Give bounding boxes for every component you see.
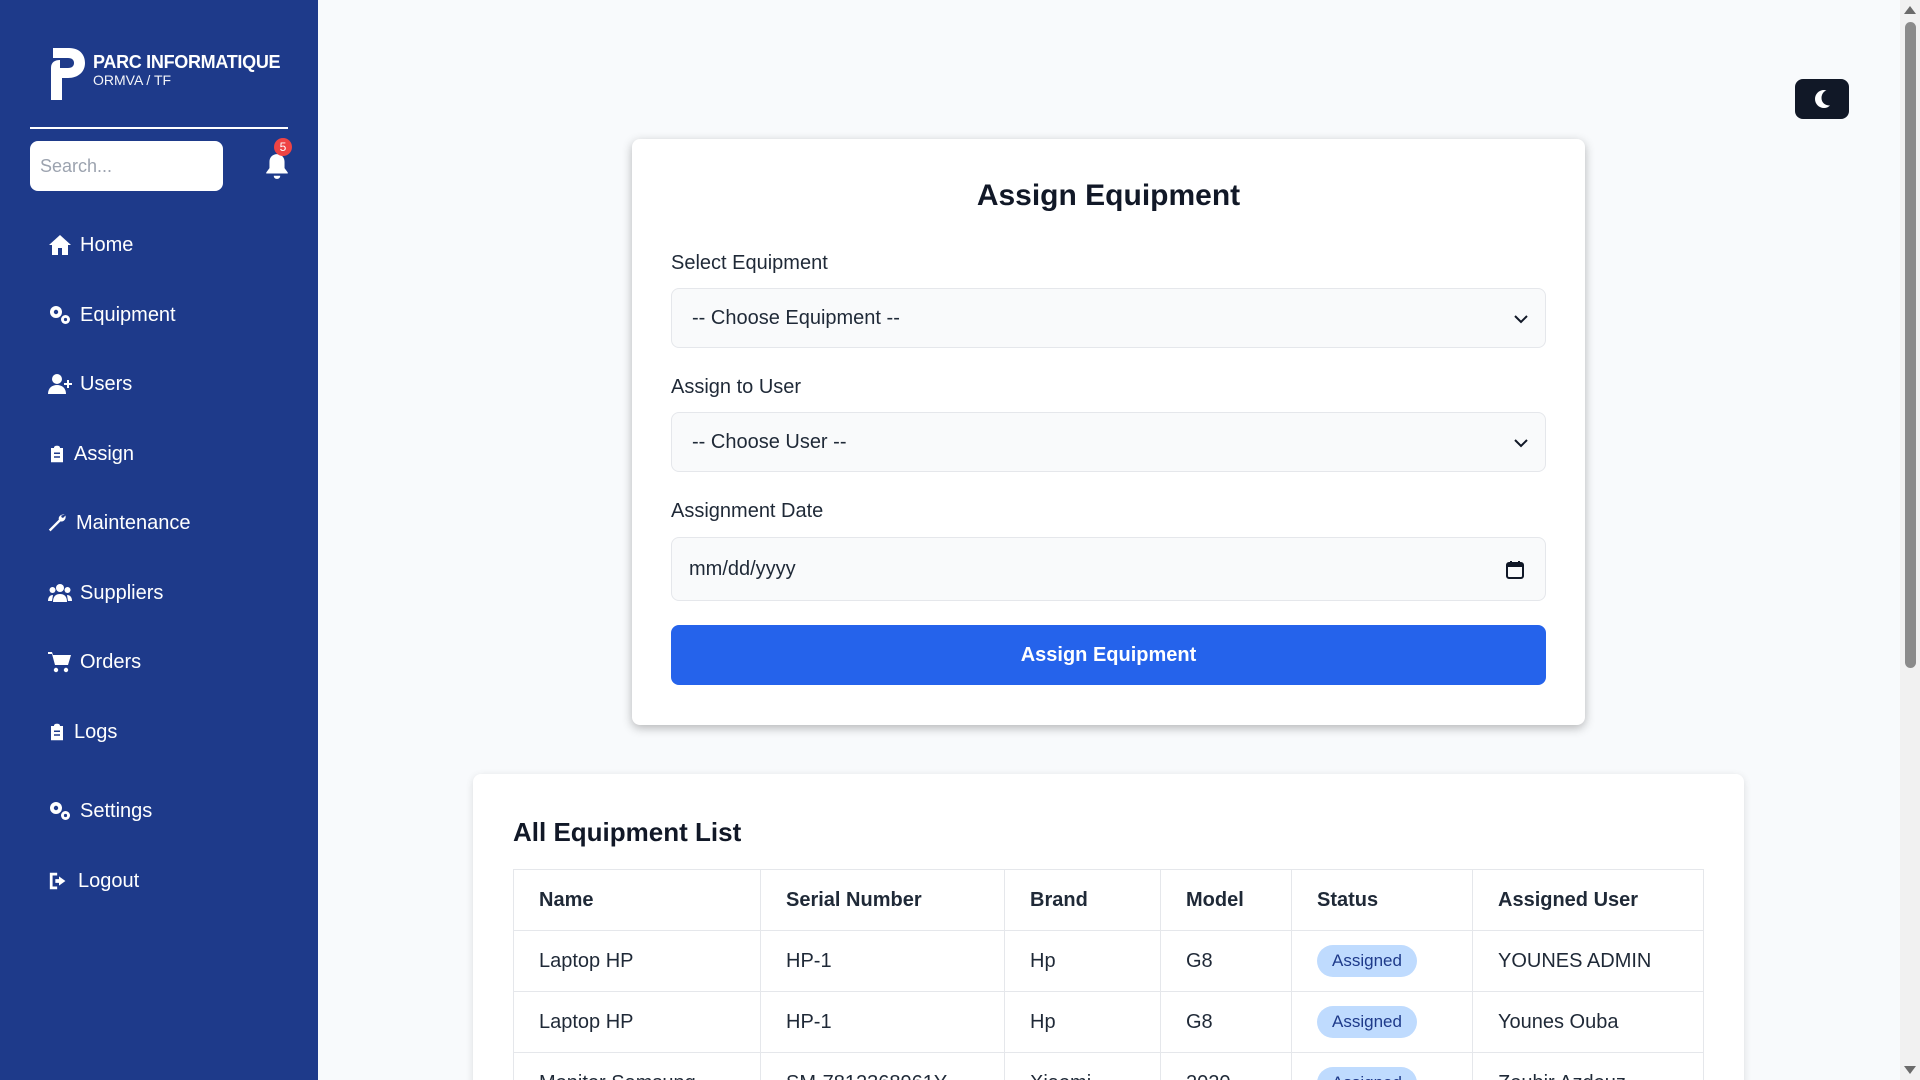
column-header-name: Name xyxy=(513,869,761,931)
column-header-serial: Serial Number xyxy=(760,869,1005,931)
table-row: Laptop HP HP-1 Hp G8 Assigned Younes Oub… xyxy=(513,991,1704,1053)
equipment-label: Select Equipment xyxy=(671,252,828,274)
sidebar-item-logout[interactable]: Logout xyxy=(48,861,139,901)
clipboard-icon xyxy=(51,445,63,463)
user-select-value: -- Choose User -- xyxy=(692,430,847,453)
cell-model: G8 xyxy=(1160,930,1292,992)
date-label: Assignment Date xyxy=(671,500,824,522)
cell-model: G8 xyxy=(1160,991,1292,1053)
moon-icon xyxy=(1815,90,1830,108)
sidebar-item-label: Settings xyxy=(80,799,153,822)
cell-assigned-user: Zoubir Azdouz xyxy=(1472,1052,1704,1080)
user-label: Assign to User xyxy=(671,376,802,398)
cell-model: 2020 xyxy=(1160,1052,1292,1080)
equipment-select-value: -- Choose Equipment -- xyxy=(692,306,900,329)
sidebar-item-home[interactable]: Home xyxy=(48,225,133,265)
sidebar-item-maintenance[interactable]: Maintenance xyxy=(48,503,191,543)
brand[interactable]: PARC INFORMATIQUE ORMVA / TF xyxy=(47,44,281,104)
sidebar-item-label: Assign xyxy=(74,442,135,465)
cell-status: Assigned xyxy=(1291,991,1473,1053)
users-icon xyxy=(48,584,72,602)
scrollbar-thumb[interactable] xyxy=(1905,22,1916,668)
search-input[interactable] xyxy=(30,141,223,191)
cell-assigned-user: YOUNES ADMIN xyxy=(1472,930,1704,992)
brand-subtitle: ORMVA / TF xyxy=(93,72,172,88)
sidebar-item-label: Suppliers xyxy=(80,581,164,604)
cell-assigned-user: Younes Ouba xyxy=(1472,991,1704,1053)
sidebar-item-equipment[interactable]: Equipment xyxy=(48,295,176,335)
calendar-icon[interactable] xyxy=(1505,560,1525,580)
scroll-up-arrow-icon[interactable] xyxy=(1904,6,1916,14)
gears-icon xyxy=(50,306,70,324)
sidebar-item-orders[interactable]: Orders xyxy=(48,642,141,682)
table-row: Laptop HP HP-1 Hp G8 Assigned YOUNES ADM… xyxy=(513,930,1704,992)
table-row: Monitor Samsung SM-7812368961Y Xiaomi 20… xyxy=(513,1052,1704,1080)
date-placeholder: mm/dd/yyyy xyxy=(689,557,796,580)
wrench-icon xyxy=(48,514,66,532)
scroll-down-arrow-icon[interactable] xyxy=(1904,1066,1916,1074)
status-badge: Assigned xyxy=(1317,945,1417,977)
equipment-select[interactable]: -- Choose Equipment -- xyxy=(671,288,1546,348)
form-title: Assign Equipment xyxy=(976,179,1241,212)
cell-name: Laptop HP xyxy=(513,930,761,992)
brand-divider xyxy=(30,127,288,129)
user-select[interactable]: -- Choose User -- xyxy=(671,412,1546,472)
cell-serial: HP-1 xyxy=(760,930,1005,992)
cell-serial: SM-7812368961Y xyxy=(760,1052,1005,1080)
sidebar-item-users[interactable]: Users xyxy=(48,364,132,404)
logout-icon xyxy=(49,872,66,890)
list-title: All Equipment List xyxy=(513,817,742,847)
home-icon xyxy=(49,235,71,255)
cell-brand: Hp xyxy=(1004,930,1161,992)
sidebar-item-label: Maintenance xyxy=(76,511,191,534)
sidebar-item-label: Orders xyxy=(80,650,142,673)
status-badge: Assigned xyxy=(1317,1067,1417,1080)
sidebar-item-label: Equipment xyxy=(80,303,176,326)
column-header-status: Status xyxy=(1291,869,1473,931)
column-header-model: Model xyxy=(1160,869,1292,931)
status-badge: Assigned xyxy=(1317,1006,1417,1038)
column-header-assigned-user: Assigned User xyxy=(1472,869,1704,931)
cell-status: Assigned xyxy=(1291,930,1473,992)
cart-icon xyxy=(48,652,71,673)
user-plus-icon xyxy=(48,374,72,394)
assign-equipment-button[interactable]: Assign Equipment xyxy=(671,625,1546,685)
clipboard-icon xyxy=(51,723,63,741)
cell-brand: Hp xyxy=(1004,991,1161,1053)
assignment-date-input[interactable]: mm/dd/yyyy xyxy=(671,537,1546,601)
column-header-brand: Brand xyxy=(1004,869,1161,931)
sidebar-item-label: Logs xyxy=(74,720,118,743)
assign-form-card: Assign Equipment Select Equipment -- Cho… xyxy=(632,139,1585,725)
cell-status: Assigned xyxy=(1291,1052,1473,1080)
brand-logo-icon xyxy=(51,48,85,100)
chevron-down-icon xyxy=(1514,439,1528,448)
notification-badge: 5 xyxy=(274,138,292,156)
chevron-down-icon xyxy=(1514,315,1528,324)
sidebar-item-label: Users xyxy=(80,372,133,395)
equipment-list-card: All Equipment List Name Serial Number Br… xyxy=(473,774,1744,1080)
theme-toggle-button[interactable] xyxy=(1795,79,1849,119)
cell-serial: HP-1 xyxy=(760,991,1005,1053)
table-header-row: Name Serial Number Brand Model Status As… xyxy=(513,869,1704,931)
sidebar-item-settings[interactable]: Settings xyxy=(48,791,152,831)
bell-icon[interactable] xyxy=(264,152,290,180)
brand-title: PARC INFORMATIQUE xyxy=(93,52,281,72)
cell-name: Laptop HP xyxy=(513,991,761,1053)
gears-icon xyxy=(50,802,70,820)
sidebar-item-label: Home xyxy=(80,233,134,256)
page-scrollbar[interactable] xyxy=(1900,0,1920,1080)
equipment-table: Name Serial Number Brand Model Status As… xyxy=(513,869,1704,1080)
sidebar-item-label: Logout xyxy=(78,869,140,892)
cell-brand: Xiaomi xyxy=(1004,1052,1161,1080)
sidebar-item-suppliers[interactable]: Suppliers xyxy=(48,573,163,613)
sidebar: PARC INFORMATIQUE ORMVA / TF 5 Home Equi… xyxy=(0,0,318,1080)
sidebar-item-assign[interactable]: Assign xyxy=(48,434,134,474)
sidebar-item-logs[interactable]: Logs xyxy=(48,712,117,752)
cell-name: Monitor Samsung xyxy=(513,1052,761,1080)
